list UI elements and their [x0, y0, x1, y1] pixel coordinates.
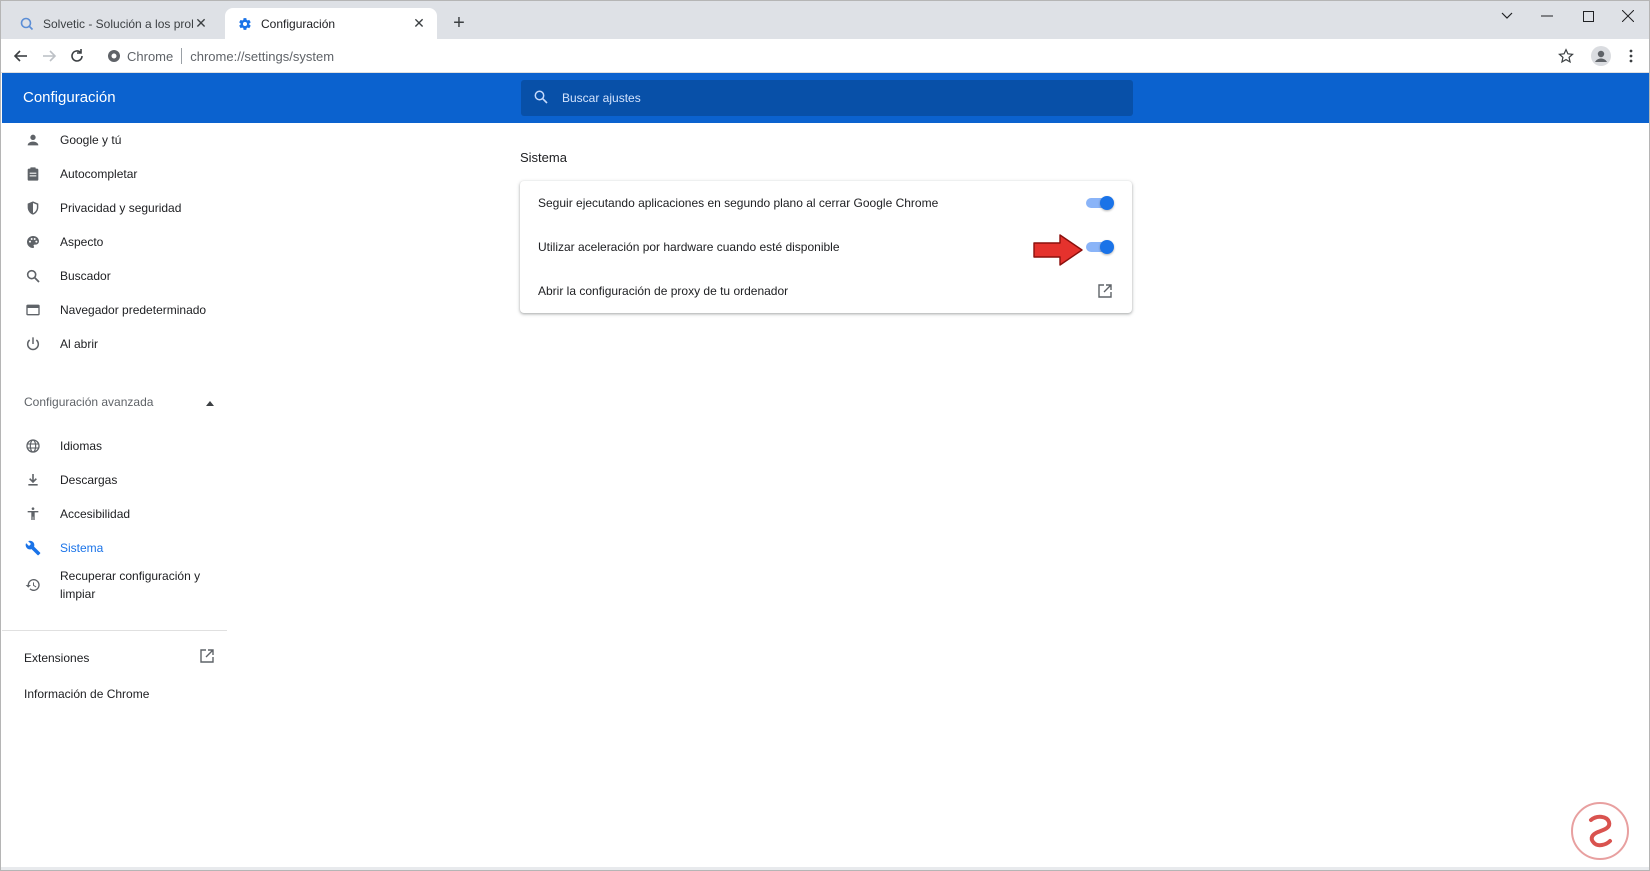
- tab-configuracion[interactable]: Configuración ✕: [225, 8, 437, 39]
- settings-sidebar: Google y tú Autocompletar Privacidad y s…: [2, 123, 227, 843]
- sidebar-item-downloads[interactable]: Descargas: [2, 463, 227, 497]
- close-tab-icon[interactable]: ✕: [193, 15, 209, 32]
- setting-label: Seguir ejecutando aplicaciones en segund…: [538, 196, 939, 210]
- tab-title: Solvetic - Solución a los problem: [43, 16, 193, 31]
- search-input[interactable]: [562, 91, 1102, 105]
- tab-title: Configuración: [261, 16, 336, 31]
- sidebar-divider: [2, 630, 227, 631]
- sidebar-item-label: Aspecto: [60, 235, 104, 249]
- sidebar-item-search-engine[interactable]: Buscador: [2, 259, 227, 293]
- sidebar-item-label: Privacidad y seguridad: [60, 201, 182, 215]
- sidebar-item-languages[interactable]: Idiomas: [2, 429, 227, 463]
- section-title: Sistema: [520, 150, 567, 165]
- sidebar-item-label: Autocompletar: [60, 167, 138, 181]
- new-tab-plus-icon[interactable]: +: [449, 12, 469, 34]
- sidebar-item-label: Descargas: [60, 473, 118, 487]
- sidebar-item-label: Google y tú: [60, 133, 122, 147]
- sidebar-item-about[interactable]: Información de Chrome: [24, 687, 149, 701]
- sidebar-item-label: Idiomas: [60, 439, 103, 453]
- sidebar-item-appearance[interactable]: Aspecto: [2, 225, 227, 259]
- tab-solvetic[interactable]: Solvetic - Solución a los problem ✕: [7, 8, 219, 39]
- palette-icon: [24, 233, 42, 251]
- setting-label: Utilizar aceleración por hardware cuando…: [538, 240, 840, 254]
- sidebar-item-label: Sistema: [60, 541, 104, 555]
- background-apps-toggle[interactable]: [1084, 196, 1114, 210]
- hardware-acceleration-toggle[interactable]: [1084, 240, 1114, 254]
- sidebar-item-label: Accesibilidad: [60, 507, 131, 521]
- wrench-icon: [24, 539, 42, 557]
- sidebar-item-system[interactable]: Sistema: [2, 531, 227, 565]
- advanced-settings-toggle[interactable]: Configuración avanzada: [24, 395, 214, 409]
- download-icon: [24, 471, 42, 489]
- search-icon: [534, 90, 550, 106]
- sidebar-item-accessibility[interactable]: Accesibilidad: [2, 497, 227, 531]
- sidebar-item-label: Al abrir: [60, 337, 99, 351]
- solvetic-watermark-logo: [1569, 800, 1631, 862]
- omnibox-separator: [181, 48, 183, 64]
- tab-strip: Solvetic - Solución a los problem ✕ Conf…: [1, 1, 1649, 39]
- clipboard-icon: [24, 165, 42, 183]
- advanced-settings-label: Configuración avanzada: [24, 395, 154, 409]
- bottom-edge: [1, 867, 1649, 870]
- sidebar-item-autofill[interactable]: Autocompletar: [2, 157, 227, 191]
- settings-header: Configuración: [2, 73, 1649, 123]
- bookmark-star-icon[interactable]: [1554, 44, 1578, 68]
- browser-toolbar: Chrome chrome://settings/system: [1, 39, 1649, 73]
- sidebar-item-label: Extensiones: [24, 650, 90, 665]
- browser-window: Solvetic - Solución a los problem ✕ Conf…: [0, 0, 1650, 871]
- solvetic-favicon-icon: [19, 16, 35, 32]
- caret-up-icon: [206, 395, 214, 409]
- sidebar-item-label: Recuperar configuración y limpiar: [60, 569, 201, 601]
- back-arrow-icon[interactable]: [9, 44, 33, 68]
- sidebar-item-on-startup[interactable]: Al abrir: [2, 327, 227, 361]
- toggle-knob: [1100, 196, 1114, 210]
- omnibox-chip-label: Chrome: [127, 48, 174, 64]
- page-title: Configuración: [23, 89, 116, 106]
- browser-icon: [24, 301, 42, 319]
- open-in-new-icon[interactable]: [1096, 282, 1114, 300]
- accessibility-icon: [24, 505, 42, 523]
- sidebar-item-default-browser[interactable]: Navegador predeterminado: [2, 293, 227, 327]
- omnibox-url[interactable]: chrome://settings/system: [190, 49, 334, 64]
- power-icon: [24, 335, 42, 353]
- maximize-icon[interactable]: [1568, 1, 1608, 31]
- chrome-logo-icon: [107, 49, 121, 63]
- toggle-knob: [1100, 240, 1114, 254]
- sidebar-item-reset[interactable]: Recuperar configuración y limpiar: [2, 565, 227, 605]
- setting-label: Abrir la configuración de proxy de tu or…: [538, 284, 789, 298]
- red-annotation-arrow-icon: [1032, 233, 1084, 267]
- person-icon: [24, 131, 42, 149]
- profile-avatar-icon[interactable]: [1589, 44, 1613, 68]
- sidebar-item-extensions[interactable]: Extensiones: [24, 649, 214, 666]
- omnibox[interactable]: Chrome chrome://settings/system: [107, 43, 334, 69]
- setting-row-proxy[interactable]: Abrir la configuración de proxy de tu or…: [520, 269, 1132, 313]
- open-in-new-icon: [200, 649, 214, 666]
- setting-row-background-apps[interactable]: Seguir ejecutando aplicaciones en segund…: [520, 181, 1132, 225]
- sidebar-item-label: Navegador predeterminado: [60, 303, 207, 317]
- globe-icon: [24, 437, 42, 455]
- close-tab-icon[interactable]: ✕: [411, 15, 427, 32]
- shield-icon: [24, 199, 42, 217]
- kebab-menu-icon[interactable]: [1619, 44, 1643, 68]
- sidebar-item-label: Buscador: [60, 269, 111, 283]
- tab-search-chevron-icon[interactable]: [1487, 1, 1527, 31]
- settings-gear-icon: [237, 16, 253, 32]
- reload-icon[interactable]: [65, 44, 89, 68]
- restore-icon: [24, 576, 42, 594]
- minimize-icon[interactable]: [1527, 1, 1567, 31]
- settings-search-box[interactable]: [521, 80, 1133, 116]
- close-window-icon[interactable]: [1608, 1, 1648, 31]
- sidebar-item-google[interactable]: Google y tú: [2, 123, 227, 157]
- sidebar-item-privacy[interactable]: Privacidad y seguridad: [2, 191, 227, 225]
- forward-arrow-icon[interactable]: [37, 44, 61, 68]
- search-icon: [24, 267, 42, 285]
